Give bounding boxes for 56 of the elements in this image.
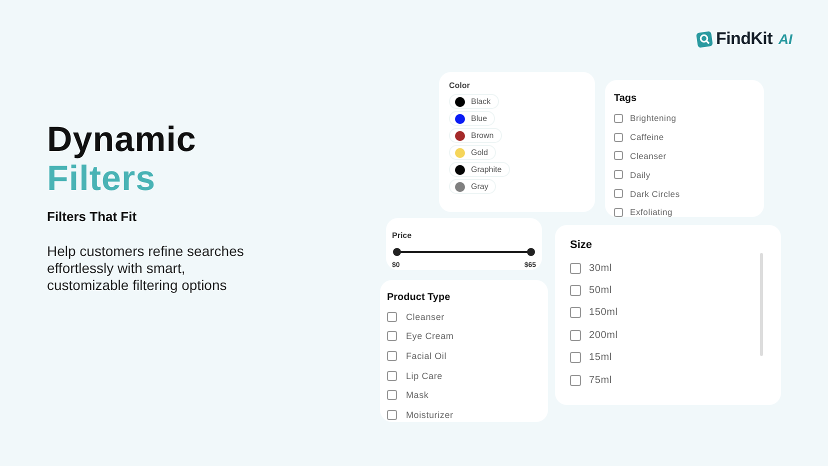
option-label: Mask	[406, 390, 429, 400]
checkbox[interactable]	[387, 312, 397, 322]
hero-subtitle: Filters That Fit	[47, 209, 138, 224]
checkbox[interactable]	[387, 370, 397, 381]
filter-title: Tags	[614, 93, 637, 104]
color-option[interactable]: Gray	[449, 179, 496, 194]
checkbox[interactable]	[570, 330, 581, 341]
color-option[interactable]: Brown	[449, 128, 502, 143]
option-label: Brightening	[630, 113, 676, 124]
filter-title: Color	[449, 81, 471, 90]
color-option[interactable]: Graphite	[449, 162, 510, 177]
checkbox[interactable]	[570, 374, 581, 386]
option-label: Cleanser	[406, 312, 444, 322]
option-label: 75ml	[589, 374, 612, 386]
color-option[interactable]: Gold	[449, 145, 496, 160]
option-label: Eye Cream	[406, 331, 454, 342]
option-label: Cleanser	[630, 150, 666, 161]
checkbox[interactable]	[614, 208, 623, 217]
filter-title: Product Type	[387, 292, 450, 303]
checkbox[interactable]	[387, 390, 397, 400]
checkbox[interactable]	[387, 410, 397, 420]
checkbox[interactable]	[614, 170, 623, 180]
option-label: Lip Care	[406, 370, 442, 381]
option-label: 15ml	[589, 352, 612, 364]
option-label: Caffeine	[630, 132, 664, 142]
checkbox[interactable]	[387, 350, 397, 361]
checkbox[interactable]	[614, 151, 623, 160]
slider-handle[interactable]	[527, 248, 535, 256]
magnifier-logo-icon	[696, 30, 713, 48]
color-option[interactable]: Black	[449, 94, 499, 109]
checkbox[interactable]	[614, 114, 623, 123]
slider-handle[interactable]	[393, 248, 401, 256]
checkbox[interactable]	[570, 307, 581, 318]
checkbox[interactable]	[614, 132, 623, 142]
checkbox[interactable]	[614, 189, 623, 198]
option-label: 50ml	[589, 285, 612, 296]
option-label: 200ml	[589, 330, 618, 341]
option-label: 150ml	[589, 307, 618, 318]
checkbox[interactable]	[570, 352, 581, 364]
checkbox[interactable]	[387, 331, 397, 342]
option-label: Moisturizer	[406, 410, 454, 420]
option-label: 30ml	[589, 262, 612, 274]
checkbox[interactable]	[570, 285, 581, 296]
hero-title: Filters	[47, 159, 157, 198]
filter-title: Size	[570, 239, 592, 251]
logo-text: FindKit	[716, 29, 772, 49]
option-label: Daily	[630, 170, 650, 180]
option-label: Facial Oil	[406, 350, 447, 361]
hero-description: Help customers refine searches effortlessly with smart, customizable filtering options	[47, 243, 245, 294]
hero-title: Dynamic	[47, 120, 198, 159]
logo-suffix: AI	[778, 31, 792, 47]
checkbox[interactable]	[570, 262, 581, 274]
option-label: Dark Circles	[630, 188, 680, 199]
filter-title: Price	[392, 231, 412, 240]
color-option[interactable]: Blue	[449, 111, 496, 126]
option-label: Exfoliating	[630, 207, 673, 217]
